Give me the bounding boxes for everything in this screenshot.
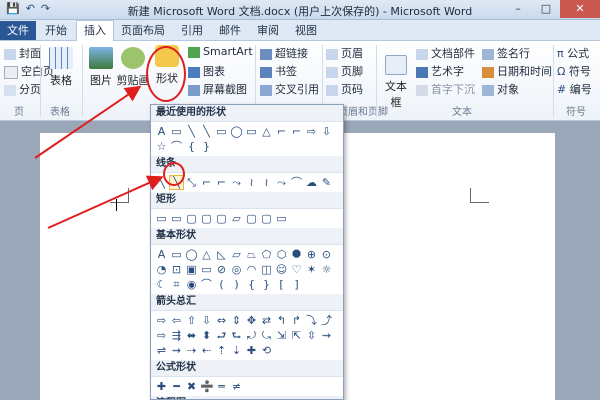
arrow-to-shapes (34, 85, 142, 159)
annotation-arrows (34, 85, 164, 229)
arrow-to-line (47, 175, 164, 229)
